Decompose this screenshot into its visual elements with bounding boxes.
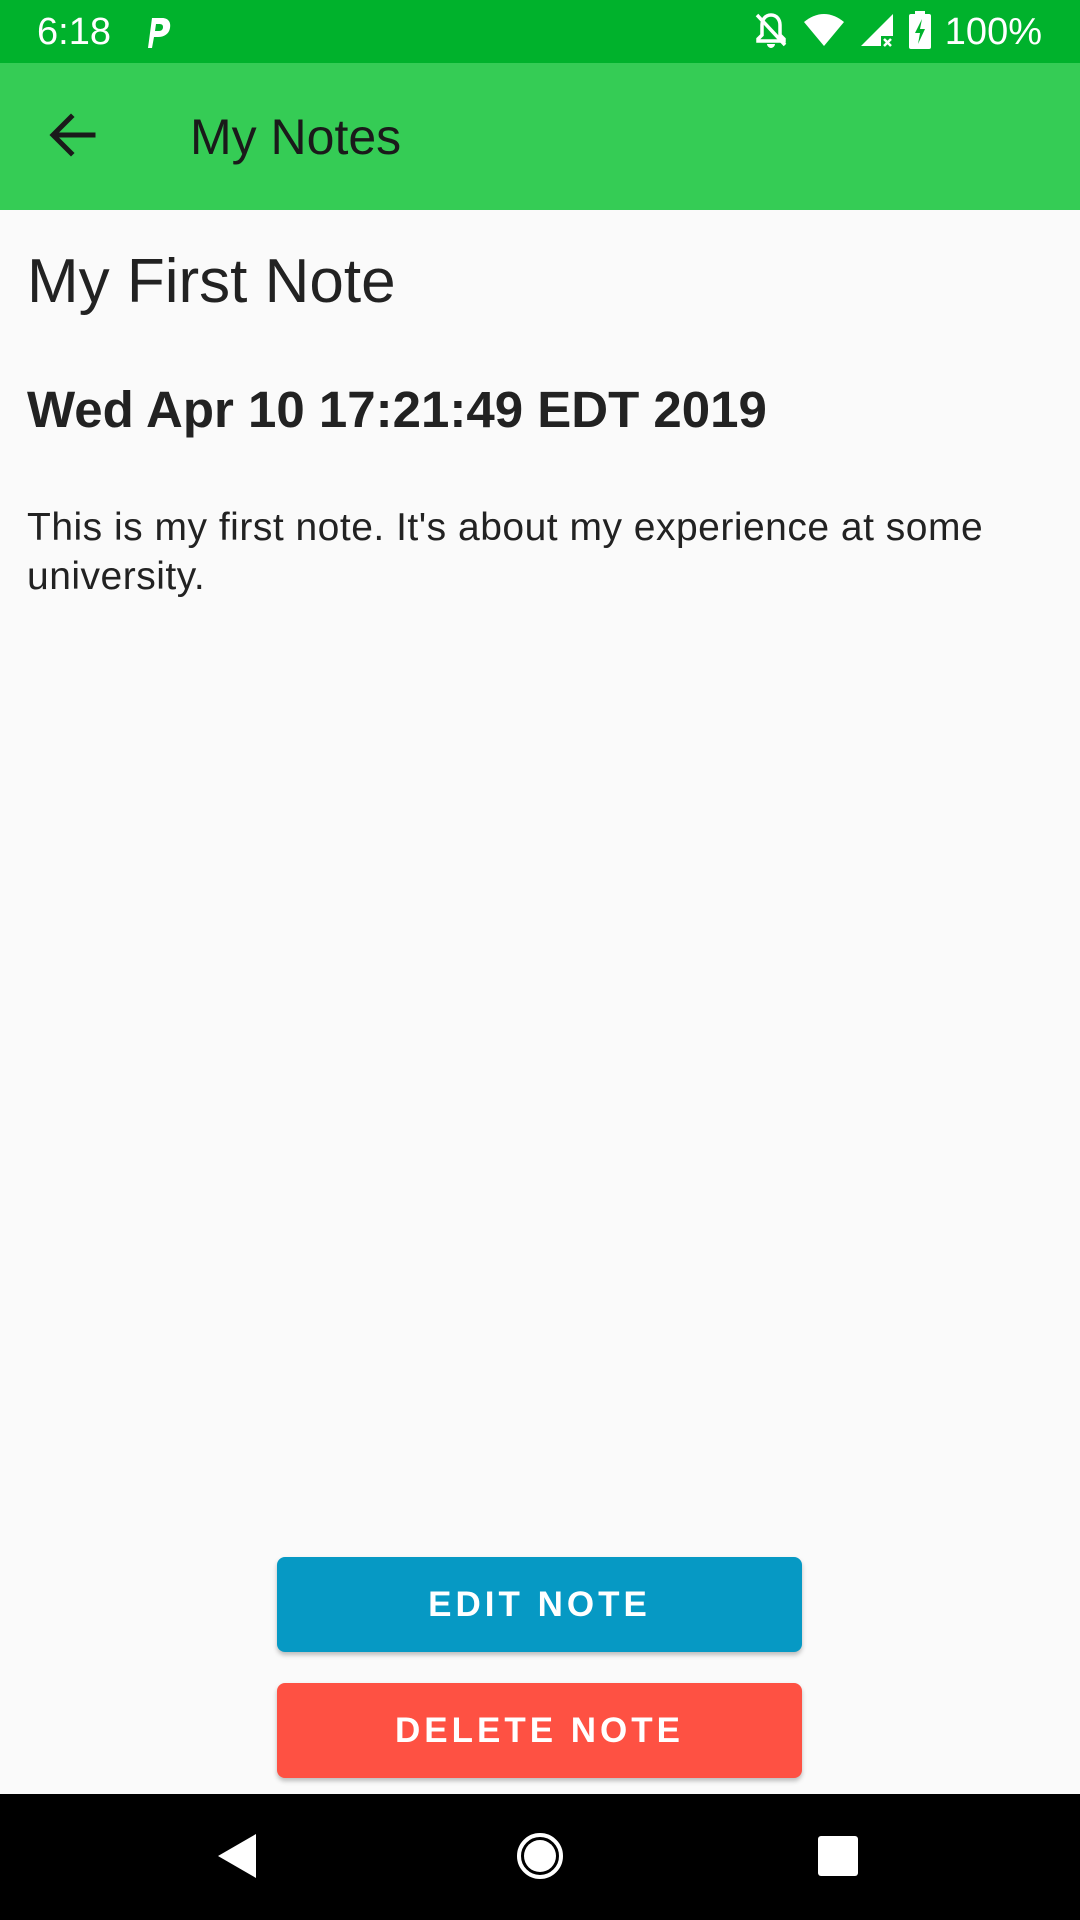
navigation-bar — [0, 1794, 1080, 1920]
app-title: My Notes — [190, 109, 402, 165]
battery-charging-icon — [908, 10, 931, 54]
note-body: This is my first note. It's about my exp… — [27, 506, 984, 598]
arrow-back-icon — [49, 112, 97, 162]
nav-back-button[interactable] — [202, 1822, 274, 1894]
app-bar: My Notes — [0, 63, 1080, 210]
cellular-signal-icon — [859, 12, 895, 53]
battery-percentage: 100% — [944, 11, 1042, 53]
nav-back-icon — [216, 1832, 260, 1885]
parking-app-icon — [140, 14, 172, 50]
nav-home-icon — [516, 1832, 564, 1885]
nav-recents-button[interactable] — [802, 1822, 874, 1894]
nav-recents-icon — [817, 1835, 859, 1882]
status-bar: 6:18 100% — [0, 0, 1080, 63]
nav-home-button[interactable] — [504, 1822, 576, 1894]
status-time: 6:18 — [37, 11, 111, 53]
notifications-off-icon — [753, 11, 789, 54]
wifi-icon — [803, 13, 845, 52]
delete-note-button[interactable]: DELETE NOTE — [277, 1683, 802, 1778]
edit-note-button[interactable]: EDIT NOTE — [277, 1557, 802, 1652]
note-detail-screen: 6:18 100% My Notes My First Note Wed Apr… — [0, 0, 1080, 1920]
status-icons: 100% — [753, 10, 1042, 54]
back-button[interactable] — [30, 99, 116, 175]
note-date: Wed Apr 10 17:21:49 EDT 2019 — [27, 381, 767, 438]
note-title: My First Note — [27, 247, 396, 316]
